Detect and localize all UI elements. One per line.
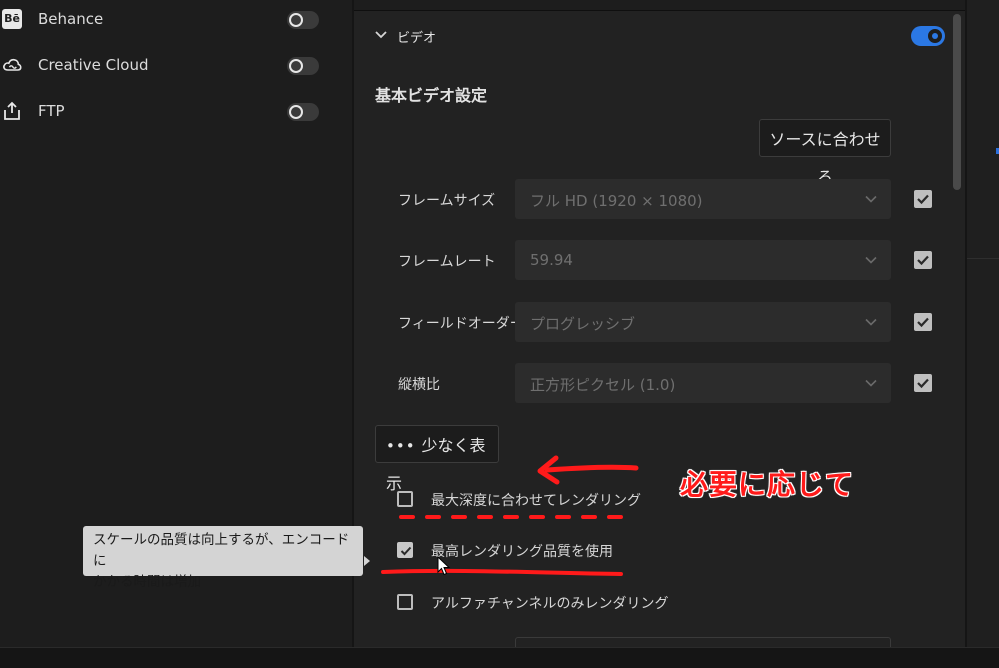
checkmark-icon (917, 378, 929, 389)
toggle-knob (928, 29, 942, 43)
behance-toggle[interactable] (287, 11, 319, 29)
checkmark-icon (917, 194, 929, 205)
destination-row-creative-cloud[interactable]: Creative Cloud (0, 46, 340, 86)
chevron-down-icon (865, 379, 877, 387)
chevron-down-icon[interactable] (374, 28, 388, 42)
tooltip-line: かかる時間は増加 (93, 574, 201, 590)
chevron-down-icon (865, 318, 877, 326)
tooltip: スケールの品質は向上するが、エンコードに かかる時間は増加 (83, 526, 363, 590)
toggle-knob (289, 105, 303, 119)
video-section-toggle[interactable] (911, 26, 945, 46)
creative-cloud-icon (3, 58, 22, 71)
ftp-toggle[interactable] (287, 103, 319, 121)
destination-label: Creative Cloud (38, 56, 149, 74)
mouse-cursor-icon (437, 556, 451, 576)
upload-icon (4, 101, 20, 120)
creative-cloud-toggle[interactable] (287, 57, 319, 75)
tooltip-line: スケールの品質は向上するが、エンコードに (93, 532, 350, 569)
render-alpha-only-checkbox[interactable] (397, 594, 413, 610)
frame-rate-dropdown[interactable]: 59.94 (515, 240, 891, 280)
dropdown-value: フル HD (1920 × 1080) (530, 192, 703, 210)
frame-rate-checkbox[interactable] (914, 251, 932, 269)
aspect-ratio-dropdown[interactable]: 正方形ピクセル (1.0) (515, 363, 891, 403)
destination-row-behance[interactable]: Bē Behance (0, 0, 340, 40)
field-order-checkbox[interactable] (914, 313, 932, 331)
behance-icon: Bē (2, 9, 22, 29)
aspect-ratio-label: 縦横比 (398, 377, 440, 393)
tooltip-arrow (364, 556, 370, 566)
destination-label: Behance (38, 10, 104, 28)
dropdown-value: 59.94 (530, 251, 573, 269)
dropdown-value: プログレッシブ (530, 315, 636, 333)
annotation-label: 必要に応じて (679, 467, 855, 502)
chevron-down-icon (865, 256, 877, 264)
frame-size-dropdown[interactable]: フル HD (1920 × 1080) (515, 179, 891, 219)
more-dots-icon: ••• (386, 437, 416, 455)
checkmark-icon (917, 317, 929, 328)
frame-size-label: フレームサイズ (398, 193, 496, 209)
destination-label: FTP (38, 102, 65, 120)
scrollbar-thumb[interactable] (953, 14, 961, 190)
show-less-button[interactable]: ••• 少なく表示 (375, 425, 499, 493)
frame-rate-label: フレームレート (398, 254, 496, 270)
checkbox-label: アルファチャンネルのみレンダリング (431, 596, 669, 612)
bottom-bar (0, 647, 999, 668)
render-max-depth-checkbox[interactable] (397, 491, 413, 507)
checkmark-icon (400, 546, 412, 556)
toggle-knob (289, 59, 303, 73)
divider (967, 258, 999, 259)
section-title-video[interactable]: ビデオ (397, 27, 436, 46)
chevron-down-icon (865, 195, 877, 203)
basic-video-settings-heading: 基本ビデオ設定 (375, 86, 488, 105)
checkbox-label: 最高レンダリング品質を使用 (431, 544, 613, 560)
checkbox-label: 最大深度に合わせてレンダリング (431, 493, 641, 509)
toggle-knob (289, 13, 303, 27)
checkmark-icon (917, 255, 929, 266)
field-order-dropdown[interactable]: プログレッシブ (515, 302, 891, 342)
match-source-button[interactable]: ソースに合わせる (759, 119, 891, 187)
field-order-label: フィールドオーダー (398, 316, 524, 332)
aspect-ratio-checkbox[interactable] (914, 374, 932, 392)
dropdown-value: 正方形ピクセル (1.0) (530, 376, 676, 394)
destination-row-ftp[interactable]: FTP (0, 92, 340, 132)
right-side-panel (967, 0, 999, 647)
frame-size-checkbox[interactable] (914, 190, 932, 208)
max-render-quality-checkbox[interactable] (397, 542, 413, 558)
